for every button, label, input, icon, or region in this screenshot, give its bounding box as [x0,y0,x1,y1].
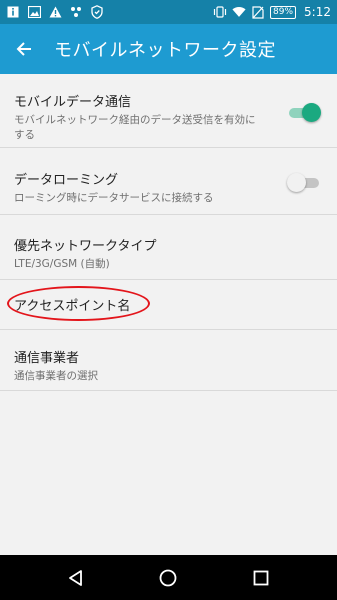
navigation-bar [0,555,337,600]
page-title: モバイルネットワーク設定 [54,40,276,61]
no-sim-icon [251,5,265,19]
nav-recents-button[interactable] [241,558,281,598]
setting-carrier[interactable]: 通信事業者 通信事業者の選択 [0,330,337,391]
toggle-thumb [287,173,306,192]
image-icon [27,5,41,19]
setting-title: アクセスポイント名 [14,299,131,314]
warning-icon [48,5,62,19]
setting-title: 通信事業者 [14,351,80,366]
nav-back-button[interactable] [56,558,96,598]
home-circle-icon [160,569,177,586]
shield-icon [90,5,104,19]
setting-network-type[interactable]: 優先ネットワークタイプ LTE/3G/GSM (自動) [0,215,337,280]
setting-title: 優先ネットワークタイプ [14,239,157,254]
battery-indicator: 89% [270,5,297,19]
vibrate-icon [213,5,227,19]
nav-home-button[interactable] [148,558,188,598]
setting-subtitle: 通信事業者の選択 [14,370,98,382]
setting-subtitle: ローミング時にデータサービスに接続する [14,192,214,204]
mobile-data-toggle[interactable] [287,102,321,122]
data-roaming-toggle[interactable] [287,172,321,192]
setting-title: モバイルデータ通信 [14,95,132,110]
recents-square-icon [253,570,269,585]
app-bar: モバイルネットワーク設定 [0,24,337,74]
toggle-thumb [302,103,321,122]
back-triangle-icon [69,569,83,586]
setting-subtitle: モバイルネットワーク経由のデータ送受信を有効にする [14,114,256,141]
settings-list: モバイルデータ通信 モバイルネットワーク経由のデータ送受信を有効にする データロ… [0,74,337,391]
status-clock: 5:12 [304,5,331,19]
info-icon [6,5,20,19]
setting-title: データローミング [14,173,119,188]
setting-mobile-data[interactable]: モバイルデータ通信 モバイルネットワーク経由のデータ送受信を有効にする [0,74,337,148]
wifi-icon [232,5,246,19]
back-button[interactable] [0,24,48,74]
status-bar: 89% 5:12 [0,0,337,24]
setting-access-point-names[interactable]: アクセスポイント名 [0,280,337,330]
dots-icon [69,5,83,19]
setting-subtitle: LTE/3G/GSM (自動) [14,258,110,270]
arrow-back-icon [16,42,31,56]
setting-data-roaming[interactable]: データローミング ローミング時にデータサービスに接続する [0,148,337,215]
